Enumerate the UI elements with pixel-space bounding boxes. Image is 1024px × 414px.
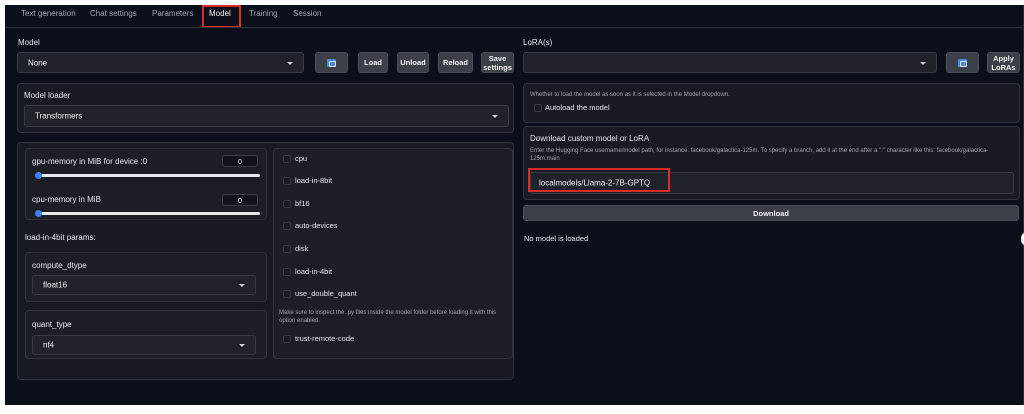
- checkbox-cpu[interactable]: cpu: [275, 148, 512, 170]
- checkbox-bf16[interactable]: bf16: [275, 193, 512, 215]
- checkbox-box[interactable]: [283, 222, 291, 230]
- chevron-down-icon: [239, 284, 245, 287]
- checkbox-box[interactable]: [283, 268, 291, 276]
- download-title: Download custom model or LoRA: [530, 134, 650, 143]
- autoload-checkbox[interactable]: [534, 104, 542, 112]
- checkbox-disk[interactable]: disk: [275, 238, 512, 260]
- model-refresh-button[interactable]: [315, 52, 348, 73]
- gpu-memory-label: gpu-memory in MiB for device :0: [32, 157, 148, 166]
- checkbox-use-double-quant[interactable]: use_double_quant: [275, 283, 512, 305]
- model-loader-selected: Transformers: [35, 111, 83, 121]
- download-button[interactable]: Download: [523, 205, 1019, 221]
- gpu-memory-value[interactable]: 0: [222, 155, 258, 167]
- lora-refresh-button[interactable]: [946, 52, 979, 73]
- quant-type-label: quant_type: [32, 320, 72, 329]
- input-highlight: [528, 168, 670, 192]
- load-button[interactable]: Load: [358, 52, 388, 73]
- tab-text-generation[interactable]: Text generation: [21, 9, 76, 18]
- cpu-memory-value[interactable]: 0: [222, 194, 258, 206]
- chevron-down-icon: [492, 115, 498, 118]
- chevron-down-icon: [287, 61, 293, 65]
- reload-button[interactable]: Reload: [438, 52, 473, 73]
- model-selected: None: [28, 58, 48, 67]
- model-label: Model: [18, 38, 40, 47]
- model-loader-dropdown[interactable]: Transformers: [24, 105, 509, 127]
- memory-sliders-panel: gpu-memory in MiB for device :0 0 cpu-me…: [25, 148, 267, 220]
- tab-parameters[interactable]: Parameters: [152, 9, 193, 18]
- tab-model[interactable]: Model: [209, 9, 231, 18]
- autoload-label: Autoload the model: [545, 103, 610, 112]
- checkbox-label: disk: [295, 244, 309, 253]
- checkbox-load-in-8bit[interactable]: load-in-8bit: [275, 170, 512, 192]
- refresh-icon: [958, 58, 967, 67]
- unload-button[interactable]: Unload: [397, 52, 429, 73]
- checkbox-trust-remote-code[interactable]: trust-remote-code: [275, 328, 512, 350]
- cpu-memory-label: cpu-memory in MiB: [32, 195, 101, 204]
- cpu-memory-slider[interactable]: [38, 212, 260, 215]
- checkbox-label: trust-remote-code: [295, 334, 355, 343]
- status-text: No model is loaded: [524, 234, 589, 243]
- cpu-memory-slider-handle[interactable]: [35, 210, 42, 217]
- chevron-down-icon: [239, 344, 245, 347]
- gpu-memory-slider-handle[interactable]: [35, 172, 42, 179]
- app-window: Text generation Chat settings Parameters…: [5, 5, 1024, 405]
- compute-dtype-panel: compute_dtype float16: [25, 252, 267, 302]
- lora-dropdown[interactable]: [523, 52, 937, 73]
- load-in-4bit-params-label: load-in-4bit params:: [25, 233, 96, 242]
- tab-chat-settings[interactable]: Chat settings: [90, 9, 137, 18]
- download-description: Enter the Hugging Face username/model pa…: [530, 148, 989, 162]
- checkbox-box[interactable]: [283, 335, 291, 343]
- apply-loras-button[interactable]: Apply LoRAs: [987, 52, 1020, 73]
- quant-type-panel: quant_type nf4: [25, 310, 267, 359]
- checkbox-label: cpu: [295, 154, 308, 163]
- quant-type-value: nf4: [43, 340, 55, 350]
- checkbox-box[interactable]: [283, 177, 291, 185]
- save-settings-button[interactable]: Save settings: [481, 52, 514, 73]
- checkbox-label: bf16: [295, 199, 310, 208]
- tab-training[interactable]: Training: [249, 9, 278, 18]
- checkbox-box[interactable]: [283, 155, 291, 163]
- checkbox-box[interactable]: [283, 290, 291, 298]
- compute-dtype-value: float16: [43, 280, 68, 290]
- trust-remote-code-note: Make sure to inspect the .py files insid…: [279, 310, 497, 324]
- model-dropdown[interactable]: None: [17, 52, 304, 73]
- autoload-description: Whether to load the model as soon as it …: [530, 92, 730, 98]
- compute-dtype-label: compute_dtype: [32, 261, 87, 270]
- tab-divider: [5, 27, 1023, 28]
- tab-bar: Text generation Chat settings Parameters…: [5, 5, 1023, 28]
- checkbox-auto-devices[interactable]: auto-devices: [275, 215, 512, 237]
- quant-type-dropdown[interactable]: nf4: [32, 335, 256, 355]
- checkbox-label: load-in-8bit: [295, 176, 333, 185]
- checkbox-label: load-in-4bit: [295, 267, 333, 276]
- model-loader-panel: Model loader Transformers: [17, 83, 514, 133]
- tab-session[interactable]: Session: [293, 9, 321, 18]
- autoload-panel: Whether to load the model as soon as it …: [523, 83, 1020, 123]
- gpu-memory-slider[interactable]: [38, 174, 260, 177]
- checkbox-box[interactable]: [283, 245, 291, 253]
- refresh-icon: [327, 58, 336, 67]
- checkbox-box[interactable]: [283, 200, 291, 208]
- checkbox-label: auto-devices: [295, 221, 338, 230]
- compute-dtype-dropdown[interactable]: float16: [32, 275, 256, 295]
- checkbox-load-in-4bit[interactable]: load-in-4bit: [275, 261, 512, 283]
- chevron-down-icon: [920, 61, 926, 65]
- checkbox-label: use_double_quant: [295, 289, 357, 298]
- lora-label: LoRA(s): [523, 38, 553, 47]
- model-loader-label: Model loader: [24, 91, 71, 100]
